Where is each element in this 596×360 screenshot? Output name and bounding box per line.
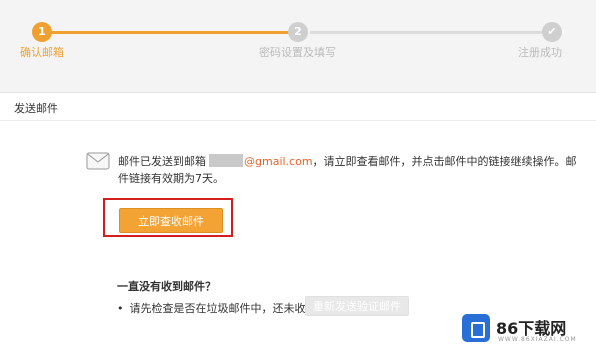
watermark: 86下载网 WWW.86XIAZAI.COM	[454, 306, 580, 350]
resend-email-button[interactable]: 重新发送验证邮件	[305, 296, 409, 316]
step-3-check-icon: ✔	[542, 22, 562, 42]
faq-row: • 请先检查是否在垃圾邮件中，还未收到？	[117, 300, 328, 316]
check-email-button[interactable]: 立即查收邮件	[119, 208, 223, 233]
step-connector-1	[42, 31, 290, 34]
progress-steps: 1 确认邮箱 2 密码设置及填写 ✔ 注册成功	[0, 0, 596, 92]
watermark-url: WWW.86XIAZAI.COM	[498, 336, 577, 343]
email-sent-message: 邮件已发送到邮箱 @gmail.com，请立即查看邮件，并点击邮件中的链接继续操作…	[118, 153, 580, 187]
faq-bullet: •	[117, 302, 124, 315]
message-prefix: 邮件已发送到邮箱	[118, 155, 206, 168]
email-redaction	[209, 154, 243, 167]
step-connector-2	[310, 31, 542, 34]
faq-question: 请先检查是否在垃圾邮件中，还未收到？	[129, 302, 328, 315]
watermark-logo-icon	[462, 314, 490, 342]
email-domain: @gmail.com	[244, 155, 313, 168]
faq-title: 一直没有收到邮件？	[117, 280, 216, 293]
envelope-icon	[86, 152, 110, 173]
step-2-indicator: 2	[288, 22, 308, 42]
divider	[0, 120, 596, 121]
section-title: 发送邮件	[14, 102, 58, 115]
step-1-indicator: 1	[32, 22, 52, 42]
step-2-label: 密码设置及填写	[259, 46, 336, 59]
step-1-label: 确认邮箱	[20, 46, 64, 59]
step-3-label: 注册成功	[518, 46, 562, 59]
